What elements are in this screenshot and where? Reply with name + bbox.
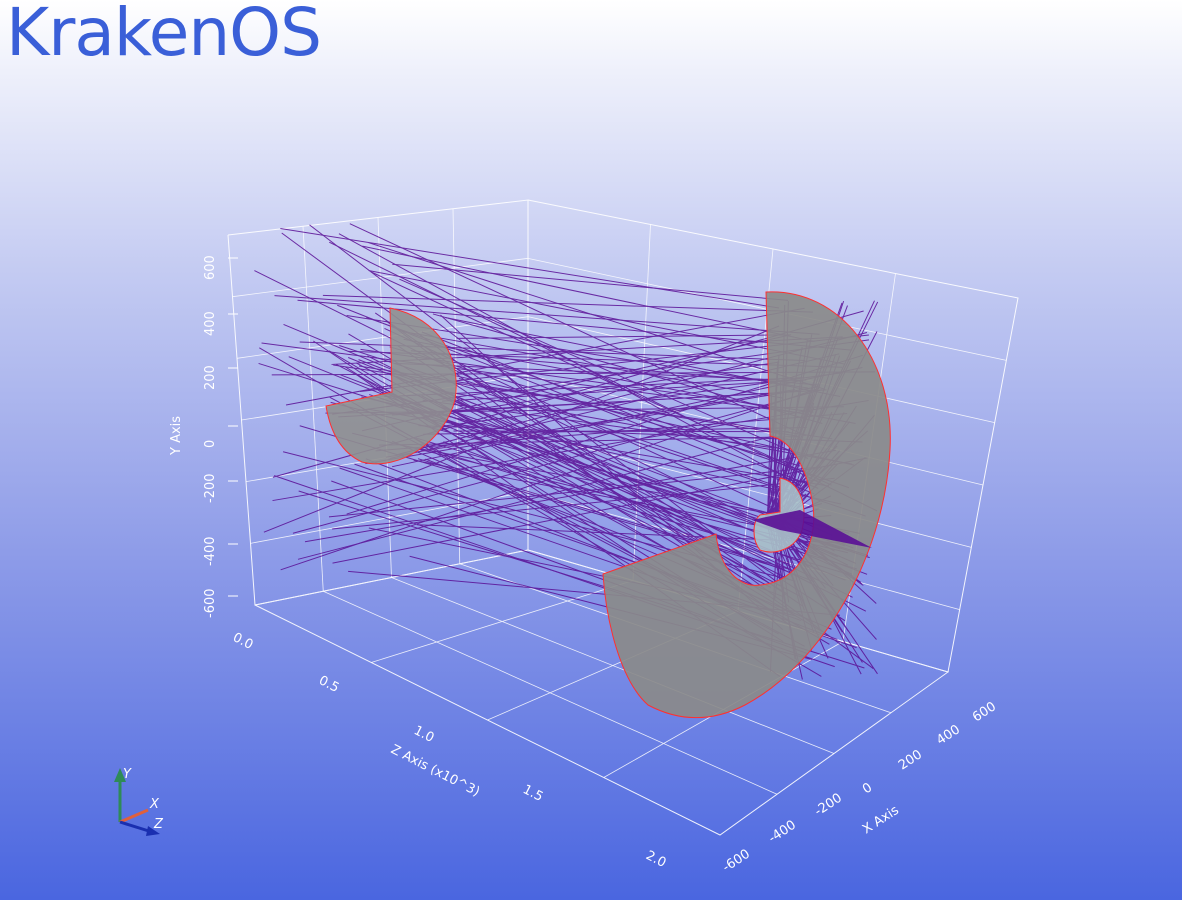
x-tick-label: -200 <box>812 791 845 820</box>
grid-line <box>302 226 324 592</box>
y-tick-label: -400 <box>203 536 218 566</box>
z-tick-label: 2.0 <box>643 848 668 871</box>
z-axis-title: Z Axis (x10^3) <box>388 742 482 800</box>
x-axis-title: X Axis <box>860 803 902 837</box>
surface-1-lens <box>325 307 457 465</box>
orient-z-label: Z <box>153 817 164 832</box>
z-tick-label: 0.5 <box>316 673 341 696</box>
orient-y-label: Y <box>123 767 132 782</box>
y-tick-label: 200 <box>203 365 218 390</box>
x-tick-label: 600 <box>970 699 999 725</box>
surface-2-mirror <box>602 291 891 719</box>
z-tick-label: 0.0 <box>230 630 255 653</box>
y-tick-label: 400 <box>203 311 218 336</box>
orient-x-axis <box>119 808 149 824</box>
y-tick-label: -200 <box>203 473 218 503</box>
orientation-widget: Y X Z <box>114 767 164 836</box>
y-tick-label: -600 <box>203 588 218 618</box>
3d-viewport[interactable]: -600 -400 -200 0 200 400 600 0.0 0.5 1.0 1.5 2.0 -… <box>0 0 1182 900</box>
y-axis-title: Y Axis <box>169 416 184 456</box>
orient-x-label: X <box>149 797 160 812</box>
x-tick-label: -600 <box>720 847 753 876</box>
y-tick-label: 600 <box>203 255 218 280</box>
x-tick-label: 200 <box>896 747 925 773</box>
z-axis-ticks: 0.0 0.5 1.0 1.5 2.0 <box>230 630 668 871</box>
x-tick-label: -400 <box>766 818 799 847</box>
ray <box>456 334 792 339</box>
y-axis-ticks: -600 -400 -200 0 200 400 600 <box>203 255 238 618</box>
z-tick-label: 1.0 <box>411 723 436 746</box>
y-tick-label: 0 <box>203 440 218 448</box>
x-tick-label: 0 <box>860 780 875 797</box>
x-tick-label: 400 <box>934 722 963 748</box>
z-tick-label: 1.5 <box>520 782 545 805</box>
